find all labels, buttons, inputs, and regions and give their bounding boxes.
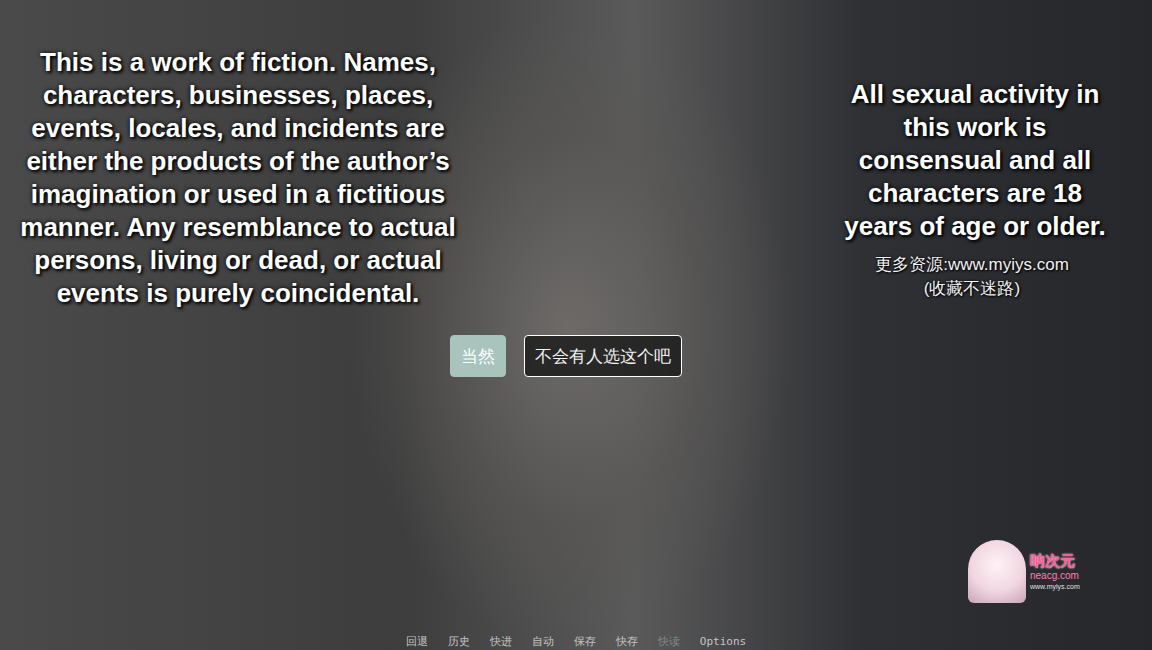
quick-menu-item[interactable]: 快进 <box>490 635 512 648</box>
quick-menu-item[interactable]: 快存 <box>616 635 638 648</box>
disclaimer-row: This is a work of fiction. Names, charac… <box>0 0 1152 635</box>
quick-menu-item[interactable]: 历史 <box>448 635 470 648</box>
logo-site: neacg.com <box>1030 570 1079 582</box>
mascot-icon <box>968 540 1026 603</box>
logo-url: www.myiys.com <box>1030 582 1080 591</box>
right-column: All sexual activity in this work is cons… <box>822 0 1152 635</box>
watermark: 更多资源:www.myiys.com(收藏不迷路) <box>875 253 1069 301</box>
watermark-line: 更多资源:www.myiys.com <box>875 253 1069 277</box>
choice-button[interactable]: 当然 <box>450 335 506 377</box>
quick-menu-item[interactable]: 自动 <box>532 635 554 648</box>
quick-menu-item[interactable]: Options <box>700 635 746 648</box>
logo-name: 呐次元 <box>1030 552 1075 570</box>
quick-menu: 回退 历史 快进 自动 保存 快存 快读 Options <box>0 635 1152 650</box>
fiction-disclaimer: This is a work of fiction. Names, charac… <box>0 0 470 635</box>
quick-menu-item: 快读 <box>658 635 680 648</box>
game-screen: This is a work of fiction. Names, charac… <box>0 0 1152 650</box>
logo-text: 呐次元neacg.comwww.myiys.com <box>1030 552 1080 591</box>
site-logo: 呐次元neacg.comwww.myiys.com <box>968 540 1092 603</box>
choice-button[interactable]: 不会有人选这个吧 <box>524 335 682 377</box>
watermark-line: (收藏不迷路) <box>924 277 1020 301</box>
quick-menu-item[interactable]: 保存 <box>574 635 596 648</box>
quick-menu-item[interactable]: 回退 <box>406 635 428 648</box>
spacer <box>470 0 822 635</box>
consent-disclaimer: All sexual activity in this work is cons… <box>822 78 1122 243</box>
choice-menu: 当然不会有人选这个吧 <box>450 335 682 377</box>
